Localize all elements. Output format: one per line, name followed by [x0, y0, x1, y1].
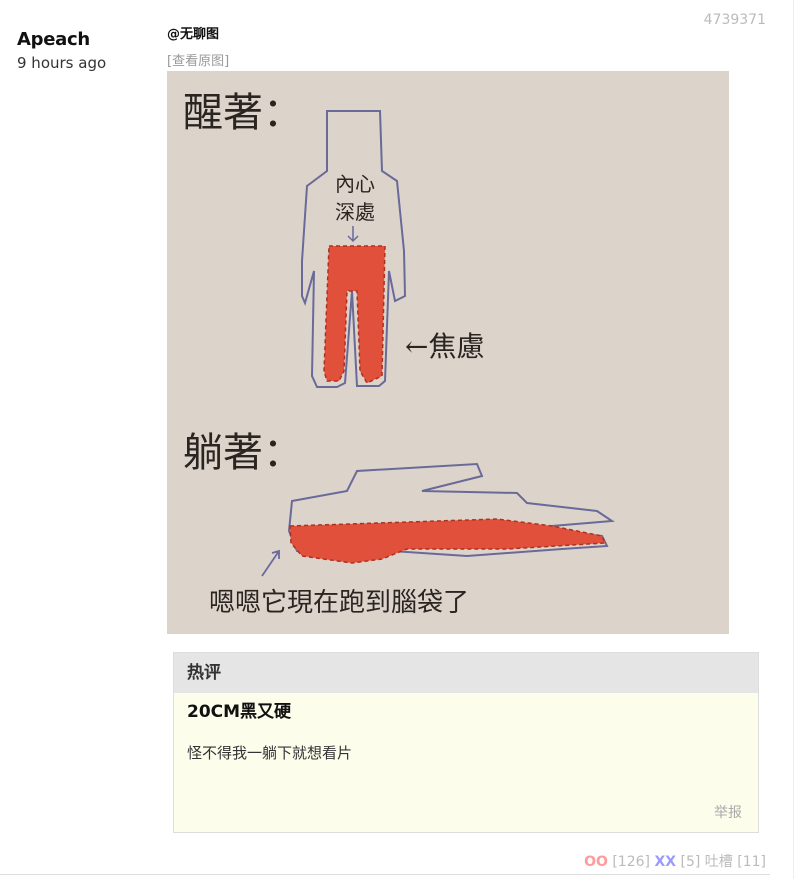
post-page: Apeach 9 hours ago 4739371 @无聊图 [查看原图] 醒…: [0, 0, 796, 879]
meme-illustration: 醒著： 內心 深處 ←焦慮 躺著： 嗯嗯它現在跑到腦袋了: [183, 90, 615, 618]
caption-arrow-icon: [261, 549, 280, 577]
hot-comment-box: 热评 20CM黑又硬 怪不得我一躺下就想看片 举报: [173, 652, 759, 833]
xx-vote-count: [5]: [680, 854, 701, 870]
hot-comment-header: 热评: [174, 653, 758, 693]
meme-anxiety-label: ←焦慮: [405, 330, 484, 363]
vote-bar: OO [126] XX [5] 吐槽 [11]: [584, 851, 766, 871]
hot-comment-text: 怪不得我一躺下就想看片: [187, 744, 353, 762]
post-time: 9 hours ago: [17, 54, 107, 72]
meme-top-label: 醒著：: [183, 90, 303, 136]
meme-bottom-label: 躺著：: [183, 430, 303, 476]
author-name[interactable]: Apeach: [17, 29, 157, 51]
inner-arrow-icon: [347, 226, 359, 243]
xx-vote-button[interactable]: XX: [654, 854, 676, 870]
bottom-divider: [0, 874, 770, 875]
report-button[interactable]: 举报: [714, 802, 742, 822]
author-block: Apeach 9 hours ago: [17, 29, 157, 73]
meme-inner-label-1: 內心: [335, 172, 375, 196]
hot-comment-user: 20CM黑又硬: [187, 702, 292, 722]
meme-inner-label-2: 深處: [335, 200, 375, 224]
mention-tag: @无聊图: [167, 27, 220, 42]
post-id[interactable]: 4739371: [704, 12, 766, 28]
oo-vote-count: [126]: [612, 854, 650, 870]
standing-figure-fill: [323, 245, 386, 384]
oo-vote-button[interactable]: OO: [584, 854, 608, 870]
tucao-button[interactable]: 吐槽: [705, 854, 733, 870]
tucao-count: [11]: [737, 854, 766, 870]
meme-caption: 嗯嗯它現在跑到腦袋了: [209, 588, 469, 618]
meme-image[interactable]: 醒著： 內心 深處 ←焦慮 躺著： 嗯嗯它現在跑到腦袋了: [167, 71, 729, 634]
view-original-link[interactable]: [查看原图]: [167, 50, 229, 69]
right-divider: [793, 0, 794, 879]
